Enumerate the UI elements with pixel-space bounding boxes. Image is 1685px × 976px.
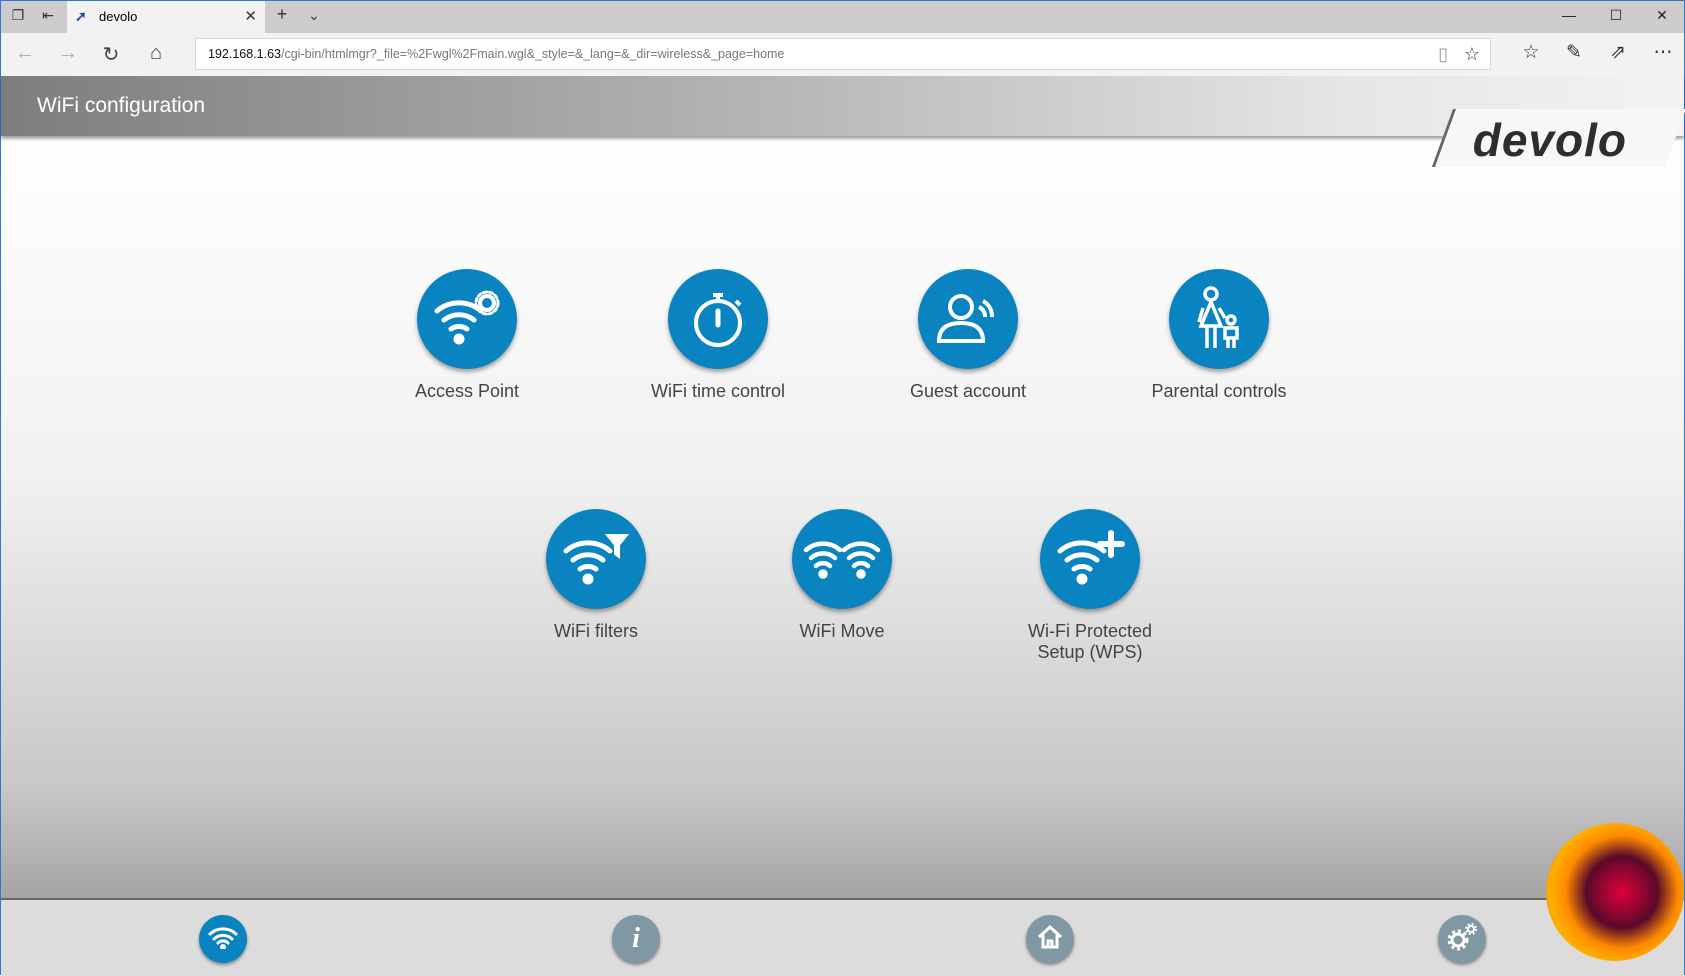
forward-icon[interactable]: →: [54, 42, 82, 65]
url-host: 192.168.1.63: [208, 47, 281, 61]
url-path: /cgi-bin/htmlmgr?_file=%2Fwgl%2Fmain.wgl…: [281, 47, 785, 61]
share-icon[interactable]: ⇗: [1604, 41, 1632, 64]
refresh-icon[interactable]: ↻: [97, 42, 125, 67]
info-icon: i: [632, 923, 640, 954]
bottom-nav: i: [1, 898, 1684, 976]
wifi-filter-icon: [546, 509, 646, 609]
tab-devolo[interactable]: ➚ devolo ✕: [67, 1, 265, 33]
wifi-icon: [208, 925, 238, 954]
tile-label: WiFi Move: [799, 621, 885, 641]
notes-pen-icon[interactable]: ✎: [1560, 41, 1588, 64]
wifi-plus-icon: [1040, 509, 1140, 609]
favicon-icon: ➚: [75, 8, 87, 24]
tab-manager-icon[interactable]: ❐: [7, 7, 29, 27]
tile-guest-account[interactable]: Guest account: [848, 269, 1088, 402]
watermark-logo: [1546, 823, 1684, 961]
favorites-list-icon[interactable]: ☆: [1517, 41, 1545, 64]
wifi-move-icon: [792, 509, 892, 609]
bottom-nav-wifi[interactable]: [199, 915, 247, 963]
close-tab-icon[interactable]: ✕: [244, 7, 257, 25]
tile-wps[interactable]: Wi-Fi Protected Setup (WPS): [970, 509, 1210, 663]
bottom-nav-settings[interactable]: [1438, 915, 1486, 963]
tab-bar: ❐ ⇤ ➚ devolo ✕ + ⌄ — ☐ ✕: [1, 1, 1684, 33]
tab-title: devolo: [99, 9, 138, 24]
tile-access-point[interactable]: Access Point: [347, 269, 587, 402]
stopwatch-icon: [668, 269, 768, 369]
address-row: ← → ↻ ⌂ 192.168.1.63/cgi-bin/htmlmgr?_fi…: [1, 33, 1684, 76]
maximize-icon[interactable]: ☐: [1601, 7, 1631, 24]
tile-label: Access Point: [414, 381, 520, 401]
guest-user-icon: [918, 269, 1018, 369]
wifi-gear-icon: [417, 269, 517, 369]
tile-label: Guest account: [909, 381, 1027, 401]
tile-wifi-move[interactable]: WiFi Move: [722, 509, 962, 642]
minimize-icon[interactable]: —: [1554, 7, 1584, 23]
devolo-logo: devolo: [1431, 109, 1685, 167]
bottom-nav-home[interactable]: [1026, 915, 1074, 963]
tab-preview-chevron-icon[interactable]: ⌄: [303, 7, 325, 27]
home-icon[interactable]: ⌂: [142, 42, 170, 65]
tile-parental-controls[interactable]: Parental controls: [1099, 269, 1339, 402]
tile-label: WiFi filters: [554, 621, 638, 641]
tile-label: Wi-Fi Protected Setup (WPS): [1027, 621, 1153, 662]
tile-label: WiFi time control: [650, 381, 785, 401]
home-icon: [1036, 924, 1064, 955]
reading-view-icon[interactable]: ▯: [1438, 44, 1448, 65]
close-window-icon[interactable]: ✕: [1647, 7, 1677, 24]
tile-label: Parental controls: [1151, 381, 1287, 401]
page-header: WiFi configuration: [1, 76, 1684, 136]
address-bar[interactable]: 192.168.1.63/cgi-bin/htmlmgr?_file=%2Fwg…: [195, 38, 1491, 70]
tile-wifi-filters[interactable]: WiFi filters: [476, 509, 716, 642]
new-tab-icon[interactable]: +: [271, 4, 293, 24]
gears-icon: [1446, 922, 1478, 957]
favorite-star-icon[interactable]: ☆: [1464, 44, 1480, 65]
page-title: WiFi configuration: [37, 94, 206, 117]
more-icon[interactable]: ⋯: [1649, 41, 1677, 64]
bottom-nav-info[interactable]: i: [612, 915, 660, 963]
set-aside-tabs-icon[interactable]: ⇤: [37, 7, 59, 27]
tile-wifi-time-control[interactable]: WiFi time control: [598, 269, 838, 402]
back-icon[interactable]: ←: [11, 42, 39, 65]
parent-child-icon: [1169, 269, 1269, 369]
